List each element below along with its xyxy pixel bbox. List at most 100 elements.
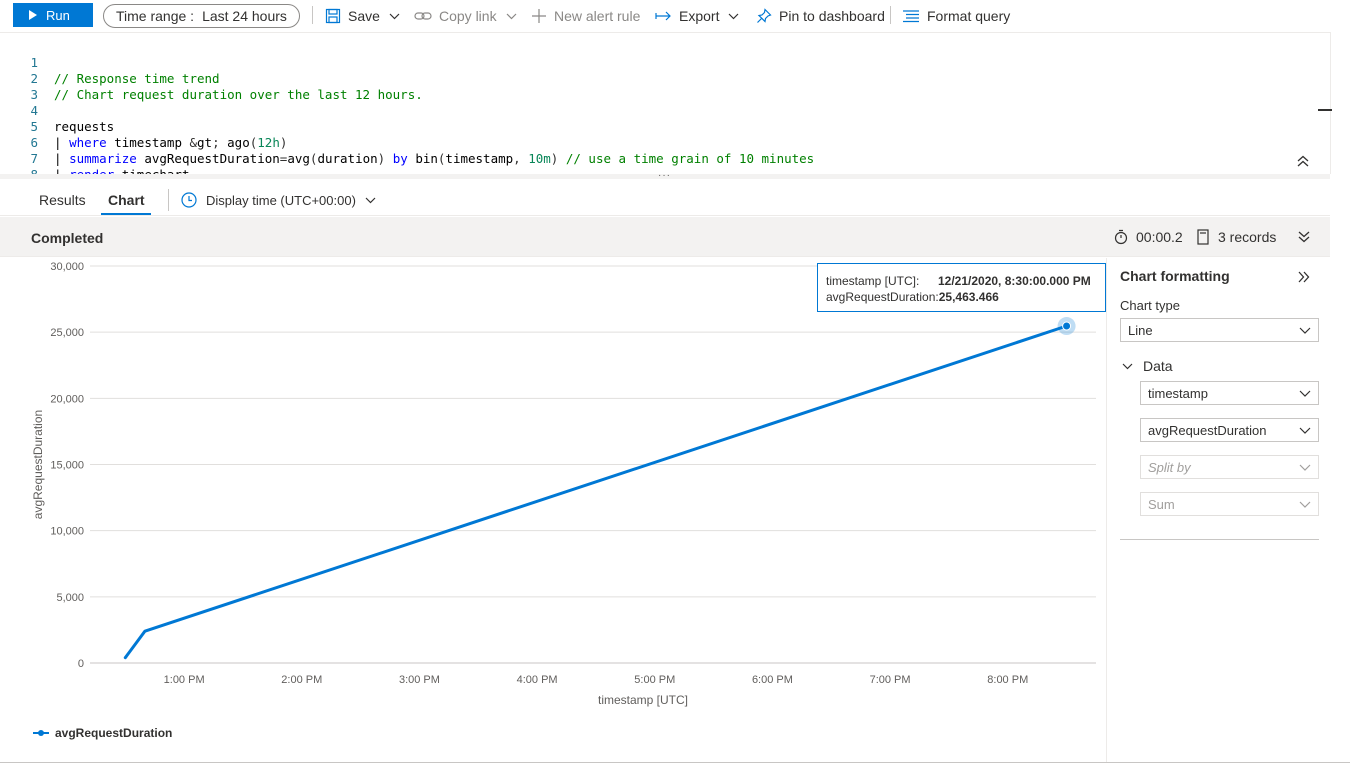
y-tick-label: 10,000 bbox=[50, 526, 84, 538]
line-chart: 0 5,000 10,000 15,000 20,000 25,000 30,000 1:00… bbox=[31, 261, 1096, 707]
data-section-toggle[interactable]: Data bbox=[1122, 358, 1173, 374]
link-icon bbox=[414, 12, 432, 20]
x-tick-label: 8:00 PM bbox=[987, 674, 1028, 686]
panel-divider bbox=[1120, 539, 1319, 540]
pin-to-dashboard-label: Pin to dashboard bbox=[779, 8, 885, 24]
chevron-down-icon bbox=[506, 13, 517, 19]
x-axis-title: timestamp [UTC] bbox=[598, 693, 688, 707]
new-alert-rule-label: New alert rule bbox=[554, 8, 641, 24]
x-tick-label: 5:00 PM bbox=[634, 674, 675, 686]
x-tick-label: 4:00 PM bbox=[517, 674, 558, 686]
code-text: | render timechart bbox=[54, 167, 189, 174]
new-alert-rule-button[interactable]: New alert rule bbox=[531, 6, 640, 26]
x-tick-label: 1:00 PM bbox=[164, 674, 205, 686]
toolbar-divider bbox=[312, 6, 313, 24]
query-editor[interactable]: 1 // Response time trend 2 // Chart requ… bbox=[0, 32, 1330, 174]
y-tick-label: 30,000 bbox=[50, 261, 84, 273]
collapse-up-icon[interactable] bbox=[1297, 155, 1309, 167]
tooltip-value: 25,463.466 bbox=[938, 290, 999, 304]
code-line: 6 | summarize avgRequestDuration=avg(dur… bbox=[0, 119, 814, 166]
series-line bbox=[123, 324, 1069, 660]
editor-scrollbar[interactable] bbox=[1330, 32, 1350, 174]
tooltip-value-key: avgRequestDuration: bbox=[826, 290, 939, 304]
code-line: 1 // Response time trend bbox=[0, 39, 219, 86]
chevron-down-icon bbox=[1299, 501, 1311, 508]
format-query-button[interactable]: Format query bbox=[902, 6, 1010, 26]
x-tick-label: 3:00 PM bbox=[399, 674, 440, 686]
aggregation-value: Sum bbox=[1148, 497, 1175, 512]
scrollbar-thumb[interactable] bbox=[1318, 109, 1332, 111]
display-time-label: Display time (UTC+00:00) bbox=[206, 192, 356, 208]
legend-series-name: avgRequestDuration bbox=[55, 726, 173, 740]
double-chevron-right-icon[interactable] bbox=[1298, 271, 1310, 283]
status-bar: Completed 00:00.2 3 records bbox=[0, 217, 1330, 257]
chart-legend[interactable]: avgRequestDuration bbox=[33, 726, 172, 740]
code-text: // Chart request duration over the last … bbox=[54, 87, 423, 102]
plus-icon bbox=[532, 9, 546, 23]
chevron-down-icon bbox=[1299, 327, 1311, 334]
code-text: requests bbox=[54, 119, 115, 134]
y-tick-label: 25,000 bbox=[50, 327, 84, 339]
code-line: 3 bbox=[0, 71, 38, 102]
chart-type-value: Line bbox=[1128, 323, 1153, 338]
copy-link-button[interactable]: Copy link bbox=[414, 6, 524, 26]
chart-tooltip: timestamp [UTC]: 12/21/2020, 8:30:00.000 … bbox=[817, 263, 1106, 312]
copy-link-label: Copy link bbox=[439, 8, 497, 24]
tab-results[interactable]: Results bbox=[39, 192, 86, 208]
chevron-down-icon bbox=[1122, 363, 1133, 369]
duration-value: 00:00.2 bbox=[1136, 229, 1183, 245]
y-column-dropdown[interactable]: avgRequestDuration bbox=[1140, 418, 1319, 442]
chart-area: 0 5,000 10,000 15,000 20,000 25,000 30,000 1:00… bbox=[0, 258, 1106, 763]
y-column-value: avgRequestDuration bbox=[1148, 423, 1267, 438]
toolbar: Run Time range : Last 24 hours Save Copy… bbox=[0, 0, 1350, 32]
records-value: 3 records bbox=[1218, 229, 1277, 245]
code-line: 8 bbox=[0, 151, 38, 174]
code-line: 4 requests bbox=[0, 87, 114, 134]
code-text: // Response time trend bbox=[54, 71, 220, 86]
record-count: 3 records bbox=[1197, 229, 1276, 245]
chevron-down-icon bbox=[389, 13, 400, 19]
status-text: Completed bbox=[31, 230, 104, 246]
toolbar-divider bbox=[890, 6, 891, 24]
save-label: Save bbox=[348, 8, 380, 24]
time-range-button[interactable]: Time range : Last 24 hours bbox=[103, 4, 300, 28]
code-text: | summarize avgRequestDuration=avg(durat… bbox=[54, 151, 815, 166]
code-line: 7 | render timechart bbox=[0, 135, 189, 174]
chart-type-dropdown[interactable]: Line bbox=[1120, 318, 1319, 342]
x-tick-label: 7:00 PM bbox=[870, 674, 911, 686]
aggregation-dropdown[interactable]: Sum bbox=[1140, 492, 1319, 516]
save-button[interactable]: Save bbox=[325, 6, 407, 26]
time-range-label: Time range : bbox=[116, 8, 195, 24]
run-button[interactable]: Run bbox=[13, 3, 93, 27]
export-label: Export bbox=[679, 8, 720, 24]
expand-down-icon[interactable] bbox=[1298, 231, 1310, 243]
data-section-label: Data bbox=[1143, 358, 1173, 374]
split-by-placeholder: Split by bbox=[1148, 460, 1191, 475]
panel-title: Chart formatting bbox=[1120, 268, 1230, 284]
y-tick-label: 15,000 bbox=[50, 460, 84, 472]
split-by-dropdown[interactable]: Split by bbox=[1140, 455, 1319, 479]
pin-to-dashboard-button[interactable]: Pin to dashboard bbox=[756, 6, 885, 26]
tooltip-timestamp-key: timestamp [UTC]: bbox=[826, 274, 920, 288]
result-tabs: Results Chart Display time (UTC+00:00) bbox=[0, 180, 1330, 216]
clock-icon bbox=[181, 192, 197, 208]
code-line: 2 // Chart request duration over the las… bbox=[0, 55, 422, 102]
export-button[interactable]: Export bbox=[655, 6, 746, 26]
highlight-point bbox=[1062, 321, 1072, 331]
chevron-down-icon bbox=[365, 197, 376, 203]
chevron-down-icon bbox=[1299, 464, 1311, 471]
chevron-down-icon bbox=[729, 13, 739, 19]
code-line: 9 bbox=[0, 167, 30, 174]
chevron-down-icon bbox=[1299, 427, 1311, 434]
x-column-value: timestamp bbox=[1148, 386, 1208, 401]
y-tick-label: 5,000 bbox=[56, 592, 84, 604]
tab-chart[interactable]: Chart bbox=[108, 192, 145, 208]
chart-type-label: Chart type bbox=[1120, 298, 1180, 313]
display-time-dropdown[interactable]: Display time (UTC+00:00) bbox=[181, 192, 385, 208]
x-column-dropdown[interactable]: timestamp bbox=[1140, 381, 1319, 405]
format-lines-icon bbox=[903, 10, 919, 23]
stopwatch-icon bbox=[1114, 229, 1128, 245]
document-icon bbox=[1197, 229, 1209, 245]
play-icon bbox=[29, 10, 37, 20]
y-tick-label: 0 bbox=[78, 658, 84, 670]
